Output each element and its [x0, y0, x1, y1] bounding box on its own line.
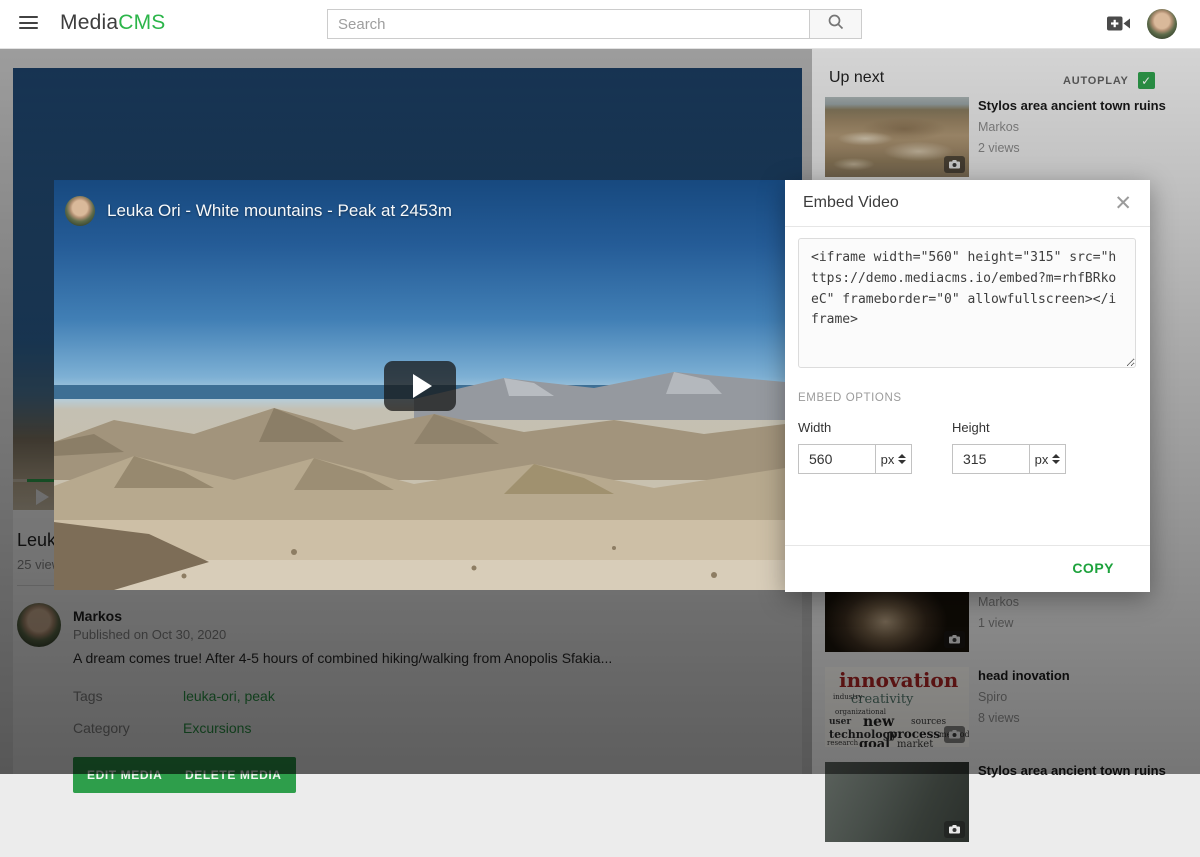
menu-hamburger-icon[interactable]	[19, 16, 38, 31]
width-unit-select[interactable]: px	[875, 444, 912, 474]
up-next-text: Stylos area ancient town ruins	[978, 762, 1184, 842]
width-unit-value: px	[881, 452, 895, 467]
embed-code-textarea[interactable]: <iframe width="560" height="315" src="ht…	[798, 238, 1136, 368]
player-title-bar: Leuka Ori - White mountains - Peak at 24…	[65, 196, 452, 226]
height-input[interactable]	[952, 444, 1030, 474]
media-type-badge	[944, 821, 965, 838]
copy-button[interactable]: COPY	[1066, 559, 1120, 577]
spinner-arrows-icon	[898, 454, 906, 464]
modal-footer: COPY	[785, 545, 1150, 592]
modal-title: Embed Video	[803, 194, 899, 212]
top-app-bar: MediaCMS	[0, 0, 1200, 49]
player-video-title: Leuka Ori - White mountains - Peak at 24…	[107, 201, 452, 221]
height-field-group: Height px	[952, 420, 1066, 474]
embed-video-modal: Embed Video ✕ <iframe width="560" height…	[785, 180, 1150, 592]
embed-options-label: EMBED OPTIONS	[798, 392, 902, 404]
search-button[interactable]	[810, 9, 862, 39]
video-frame[interactable]: Leuka Ori - White mountains - Peak at 24…	[54, 180, 785, 590]
height-unit-value: px	[1035, 452, 1049, 467]
user-avatar[interactable]	[1147, 9, 1177, 39]
height-label: Height	[952, 420, 1066, 435]
player-author-avatar[interactable]	[65, 196, 95, 226]
upload-video-icon[interactable]	[1107, 15, 1131, 32]
app-logo[interactable]: MediaCMS	[60, 11, 165, 35]
logo-text-media: Media	[60, 11, 118, 34]
up-next-item[interactable]: Stylos area ancient town ruins	[825, 762, 1184, 842]
up-next-thumbnail[interactable]	[825, 762, 969, 842]
logo-text-cms: CMS	[118, 11, 165, 34]
width-field-group: Width px	[798, 420, 912, 474]
close-icon[interactable]: ✕	[1114, 193, 1132, 214]
modal-header: Embed Video ✕	[785, 180, 1150, 227]
big-play-button[interactable]	[384, 361, 456, 411]
width-input[interactable]	[798, 444, 876, 474]
width-label: Width	[798, 420, 912, 435]
camera-icon	[949, 821, 960, 839]
search-bar	[327, 9, 862, 39]
height-unit-select[interactable]: px	[1029, 444, 1066, 474]
spinner-arrows-icon	[1052, 454, 1060, 464]
search-icon	[827, 13, 845, 36]
search-input[interactable]	[327, 9, 810, 39]
